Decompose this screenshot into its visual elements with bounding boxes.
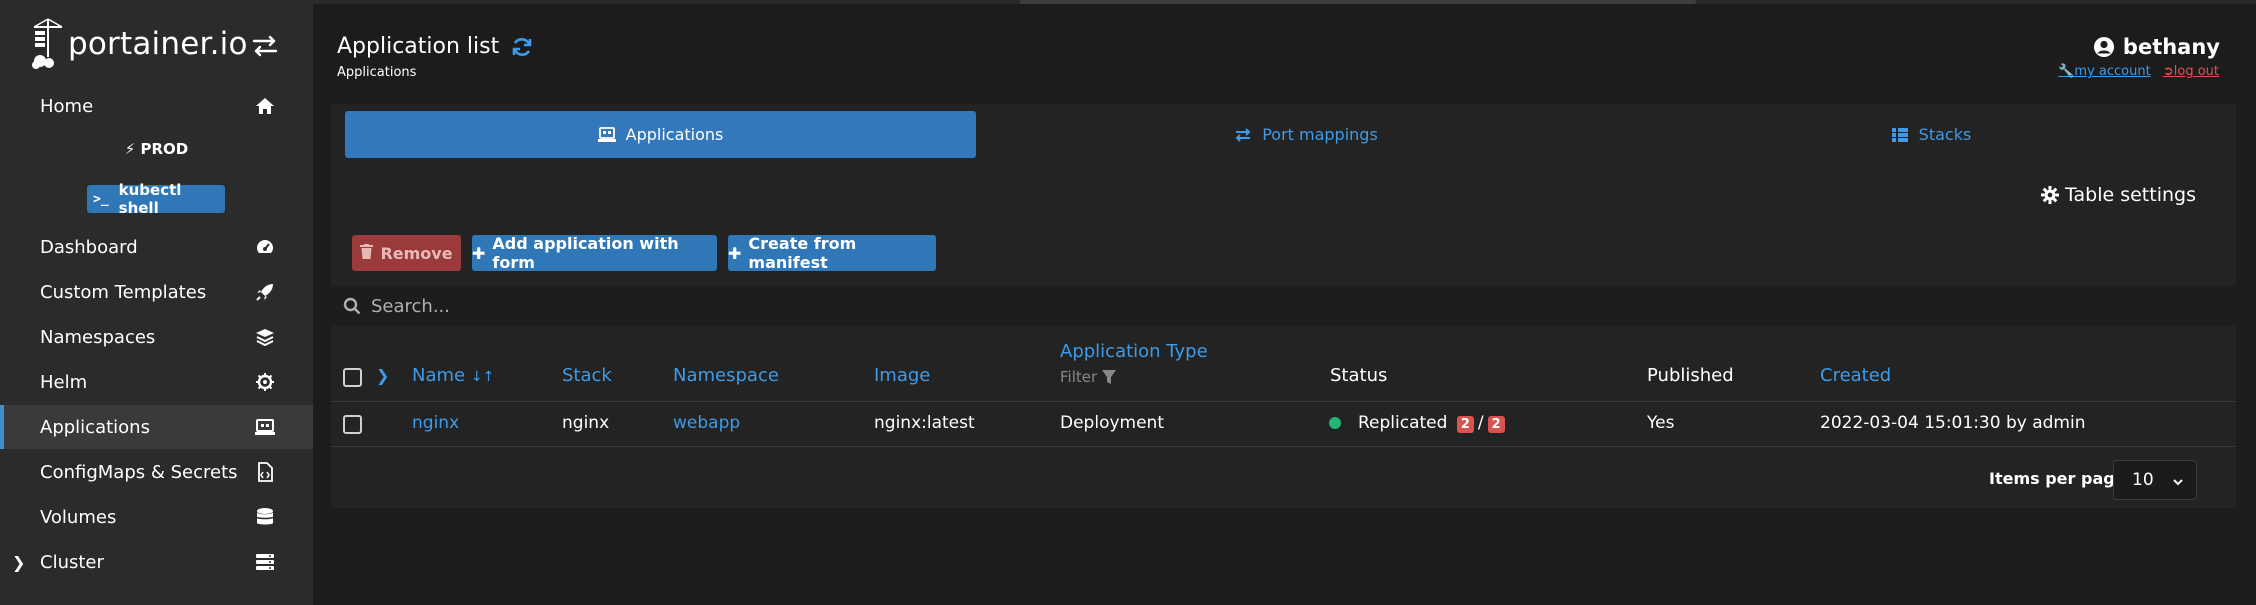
- items-per-page-select[interactable]: 10: [2113, 460, 2197, 500]
- plus-icon: ✚: [472, 243, 486, 263]
- items-per-page-label: Items per page: [1989, 469, 2126, 488]
- search-bar: [331, 286, 2236, 326]
- sidebar-item-applications[interactable]: Applications: [0, 405, 313, 449]
- column-header-status: Status: [1330, 365, 1388, 386]
- tab-stacks[interactable]: Stacks: [1636, 111, 2226, 158]
- toggle-sidebar-icon[interactable]: [250, 33, 280, 59]
- sidebar-item-label: Dashboard: [40, 236, 138, 258]
- chevron-right-icon[interactable]: ❯: [12, 553, 25, 572]
- server-icon: [254, 552, 276, 572]
- plug-icon: ⚡: [124, 140, 136, 158]
- environment-label: ⚡ PROD: [124, 140, 189, 158]
- sidebar-item-custom-templates[interactable]: Custom Templates: [0, 270, 313, 314]
- file-code-icon: [254, 462, 276, 482]
- app-status: Replicated 2/2: [1358, 413, 1509, 433]
- username: bethany: [2122, 35, 2220, 59]
- app-name-link[interactable]: nginx: [412, 413, 459, 433]
- sidebar-item-cluster[interactable]: ❯ Cluster: [0, 540, 313, 584]
- filter-icon: [1102, 370, 1117, 384]
- laptop-icon: [254, 417, 276, 437]
- user-circle-icon: [2093, 37, 2114, 57]
- logo[interactable]: portainer.io: [30, 16, 248, 72]
- page-title: Application list: [337, 34, 533, 59]
- exchange-icon: [1235, 127, 1251, 142]
- replicas-total-badge: 2: [1487, 416, 1505, 433]
- column-header-stack[interactable]: Stack: [562, 365, 612, 386]
- dashboard-icon: [254, 237, 276, 257]
- user-menu: bethany: [2093, 35, 2220, 59]
- search-icon: [343, 297, 361, 315]
- application-type-filter[interactable]: Filter: [1060, 368, 1117, 386]
- header-divider: [331, 401, 2236, 402]
- brand-name: portainer.io: [68, 26, 248, 62]
- sidebar-item-helm[interactable]: Helm: [0, 360, 313, 404]
- my-account-link[interactable]: 🔧my account: [2058, 64, 2150, 79]
- wrench-icon: 🔧: [2058, 64, 2075, 79]
- terminal-icon: >_: [93, 191, 109, 207]
- sidebar-item-namespaces[interactable]: Namespaces: [0, 315, 313, 359]
- tab-port-mappings[interactable]: Port mappings: [976, 111, 1636, 158]
- column-header-published: Published: [1647, 365, 1734, 386]
- sidebar-item-label: Helm: [40, 371, 88, 393]
- sidebar-item-home[interactable]: Home: [0, 84, 313, 128]
- chevron-down-icon: [2172, 473, 2184, 493]
- app-created: 2022-03-04 15:01:30 by admin: [1820, 413, 2086, 433]
- helm-icon: [254, 372, 276, 392]
- column-header-namespace[interactable]: Namespace: [673, 365, 779, 386]
- row-divider: [331, 446, 2236, 447]
- sidebar-item-label: ConfigMaps & Secrets: [40, 461, 238, 483]
- portainer-logo-icon: [32, 18, 63, 69]
- app-published: Yes: [1647, 413, 1675, 433]
- home-icon: [254, 96, 276, 116]
- trash-icon: [360, 243, 374, 263]
- add-application-with-form-button[interactable]: ✚ Add application with form: [472, 234, 717, 272]
- layers-icon: [254, 327, 276, 347]
- sidebar-item-label: Home: [40, 95, 94, 117]
- top-scroll-thumb[interactable]: [1020, 0, 1696, 4]
- rocket-icon: [254, 282, 276, 302]
- column-header-image[interactable]: Image: [874, 365, 930, 386]
- create-from-manifest-button[interactable]: ✚ Create from manifest: [728, 234, 936, 272]
- status-dot: [1329, 417, 1341, 429]
- plus-icon: ✚: [728, 243, 742, 263]
- database-icon: [254, 507, 276, 527]
- laptop-icon: [597, 126, 616, 142]
- app-namespace-link[interactable]: webapp: [673, 413, 740, 433]
- column-header-name[interactable]: Name ↓↑: [412, 365, 494, 386]
- app-image: nginx:latest: [874, 413, 975, 433]
- user-links: 🔧my account ➲log out: [2058, 64, 2219, 79]
- tab-applications[interactable]: Applications: [345, 111, 976, 158]
- breadcrumb: Applications: [337, 65, 417, 80]
- row-checkbox[interactable]: [343, 415, 362, 434]
- sidebar-item-volumes[interactable]: Volumes: [0, 495, 313, 539]
- top-scroll-track: [0, 0, 2256, 4]
- sidebar-item-dashboard[interactable]: Dashboard: [0, 225, 313, 269]
- sidebar-item-label: Custom Templates: [40, 281, 207, 303]
- sidebar-item-label: Volumes: [40, 506, 117, 528]
- sidebar-item-label: Cluster: [40, 551, 104, 573]
- expand-all-chevron-icon[interactable]: ❯: [376, 366, 389, 385]
- sidebar-item-label: Applications: [40, 416, 150, 438]
- kubectl-shell-button[interactable]: >_ kubectl shell: [87, 181, 225, 217]
- select-all-checkbox[interactable]: [343, 368, 362, 387]
- sign-out-icon: ➲: [2162, 64, 2174, 79]
- list-icon: [1891, 127, 1908, 142]
- table-settings-button[interactable]: Table settings: [2041, 184, 2196, 206]
- app-stack: nginx: [562, 413, 610, 433]
- search-input[interactable]: [371, 295, 2171, 317]
- remove-button[interactable]: Remove: [352, 235, 461, 271]
- gear-icon: [2041, 186, 2060, 204]
- column-header-application-type[interactable]: Application Type: [1060, 341, 1208, 362]
- sidebar: portainer.io Home ⚡ PROD >_ kubectl shel…: [0, 0, 313, 605]
- app-type: Deployment: [1060, 413, 1164, 433]
- replicas-ready-badge: 2: [1456, 416, 1474, 433]
- log-out-link[interactable]: ➲log out: [2163, 64, 2219, 79]
- refresh-icon[interactable]: [511, 36, 533, 58]
- sidebar-item-label: Namespaces: [40, 326, 156, 348]
- sort-alpha-icon: ↓↑: [470, 369, 495, 385]
- sidebar-item-configmaps-secrets[interactable]: ConfigMaps & Secrets: [0, 450, 313, 494]
- column-header-created[interactable]: Created: [1820, 365, 1891, 386]
